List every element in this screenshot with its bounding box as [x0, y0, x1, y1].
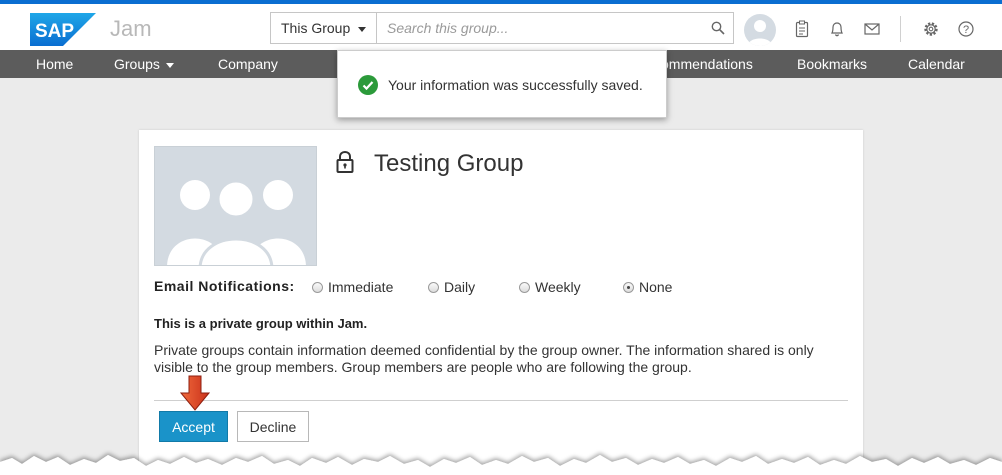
radio-label: None [639, 279, 673, 295]
radio-label: Daily [444, 279, 476, 295]
toast-message: Your information was successfully saved. [388, 77, 643, 93]
nav-item-calendar[interactable]: Calendar [908, 56, 965, 72]
success-toast: Your information was successfully saved. [337, 50, 667, 118]
radio-daily[interactable]: Daily [428, 279, 475, 295]
clipboard-icon[interactable] [793, 20, 811, 38]
mail-icon[interactable] [863, 20, 881, 38]
decline-button[interactable]: Decline [237, 411, 309, 442]
bell-icon[interactable] [828, 20, 846, 38]
chevron-down-icon [358, 27, 366, 32]
people-silhouette-icon [167, 179, 306, 265]
private-group-description: Private groups contain information deeme… [154, 342, 814, 375]
nav-item-groups[interactable]: Groups [114, 56, 174, 72]
group-placeholder-image [154, 146, 317, 266]
torn-edge-decoration [0, 455, 1002, 475]
radio-label: Immediate [328, 279, 394, 295]
private-group-heading: This is a private group within Jam. [154, 316, 368, 331]
lock-icon [336, 150, 354, 173]
user-avatar[interactable] [744, 14, 776, 46]
radio-button[interactable] [428, 282, 439, 293]
search-scope-dropdown[interactable]: This Group [270, 12, 377, 44]
gear-icon[interactable] [922, 20, 940, 38]
nav-item-home[interactable]: Home [36, 56, 73, 72]
nav-item-label: Groups [114, 56, 160, 72]
radio-button-selected[interactable] [623, 282, 634, 293]
radio-weekly[interactable]: Weekly [519, 279, 581, 295]
group-title: Testing Group [374, 150, 524, 177]
radio-none[interactable]: None [623, 279, 672, 295]
person-silhouette-icon [748, 20, 772, 46]
sap-logo[interactable]: SAP [30, 13, 96, 46]
search-input[interactable] [377, 13, 697, 43]
nav-item-recommendations[interactable]: ommendations [661, 56, 753, 72]
nav-item-bookmarks[interactable]: Bookmarks [797, 56, 867, 72]
nav-item-company[interactable]: Company [218, 56, 278, 72]
radio-button[interactable] [519, 282, 530, 293]
divider [154, 400, 848, 401]
check-circle-icon [358, 75, 378, 95]
email-notifications-label: Email Notifications: [154, 278, 295, 294]
svg-text:?: ? [963, 24, 969, 36]
help-icon[interactable]: ? [957, 20, 975, 38]
search-icon[interactable] [711, 21, 725, 35]
top-bar: SAP Jam This Group Search this group... … [0, 0, 1002, 50]
chevron-down-icon [165, 62, 174, 68]
accept-button[interactable]: Accept [159, 411, 228, 442]
radio-button[interactable] [312, 282, 323, 293]
toolbar-divider [900, 16, 901, 42]
group-join-card: Testing Group Email Notifications: Immed… [139, 130, 863, 475]
svg-text:SAP: SAP [35, 21, 74, 42]
annotation-arrow-icon [180, 375, 210, 411]
radio-immediate[interactable]: Immediate [312, 279, 393, 295]
search-scope-label: This Group [281, 20, 351, 36]
search-box[interactable] [376, 12, 734, 44]
radio-label: Weekly [535, 279, 581, 295]
app-name: Jam [110, 16, 152, 41]
